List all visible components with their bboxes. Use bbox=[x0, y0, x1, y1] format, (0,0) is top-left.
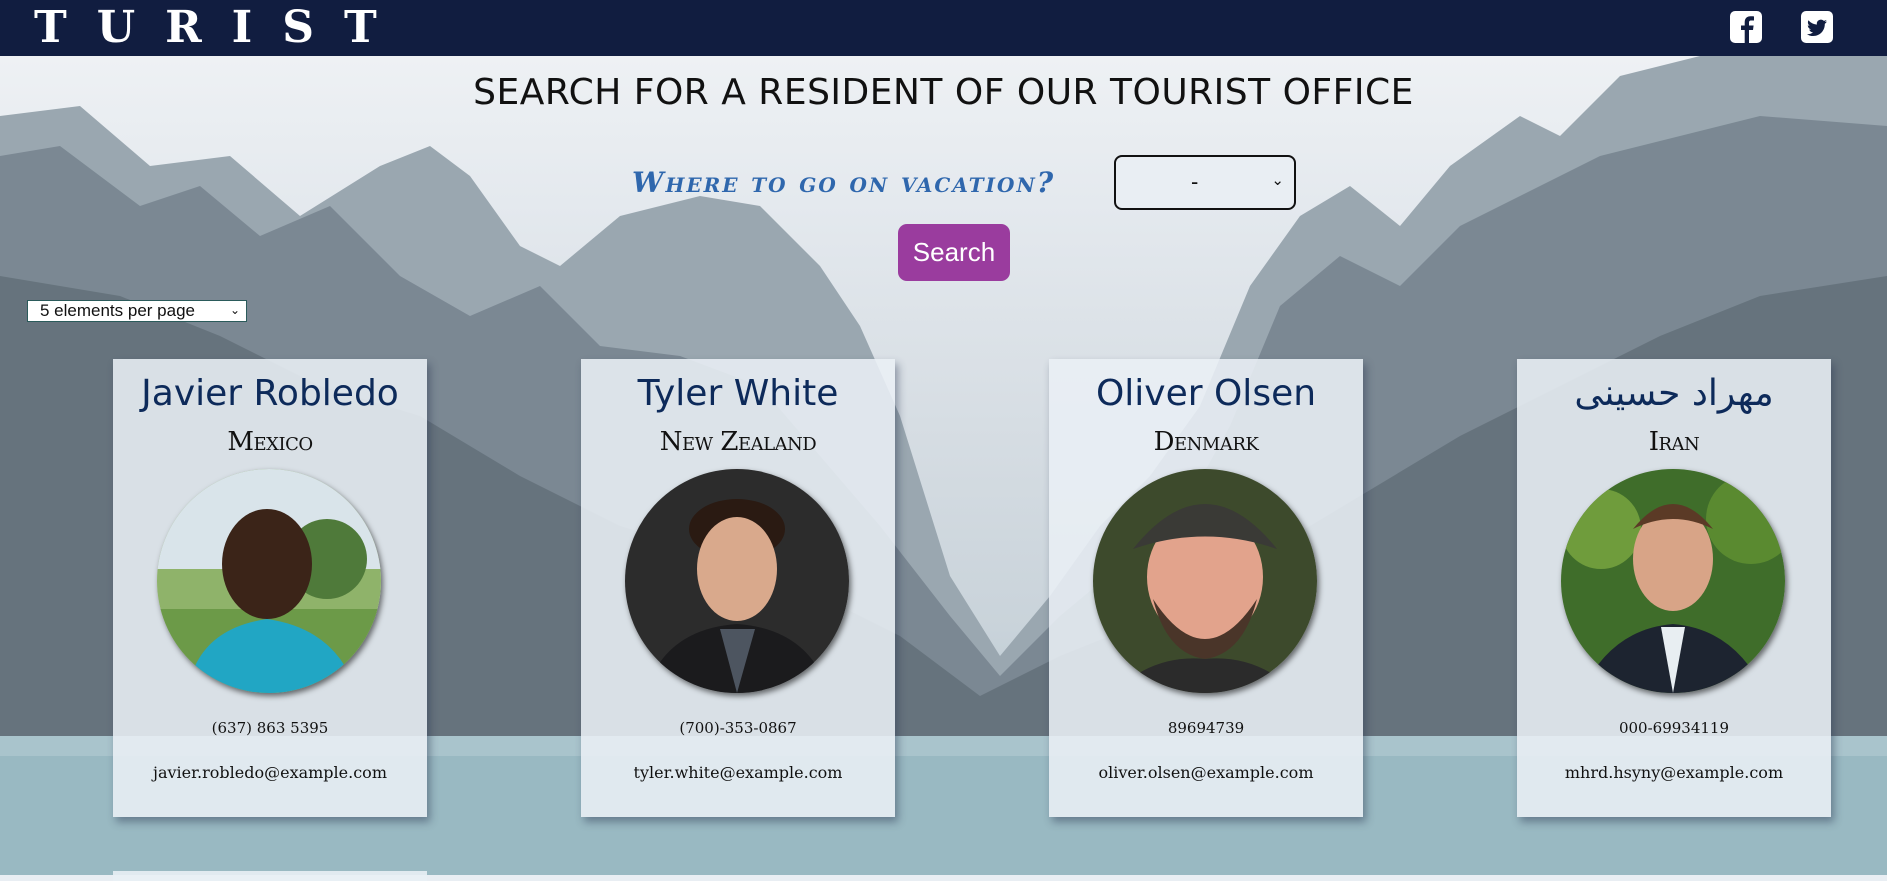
resident-email[interactable]: oliver.olsen@example.com bbox=[1049, 763, 1363, 782]
site-logo[interactable]: TURIST bbox=[34, 2, 407, 54]
per-page-value: 5 elements per page bbox=[40, 301, 195, 320]
resident-phone: 89694739 bbox=[1167, 719, 1245, 737]
destination-question: Where to go on vacation? bbox=[632, 166, 1056, 199]
resident-email[interactable]: tyler.white@example.com bbox=[581, 763, 895, 782]
per-page-select[interactable]: 5 elements per page ⌄ bbox=[27, 300, 247, 322]
resident-photo bbox=[625, 469, 849, 693]
resident-card: Javier Robledo Mexico (637) 863 5395 jav… bbox=[113, 359, 427, 817]
resident-country: Mexico bbox=[227, 427, 313, 457]
top-navbar: TURIST bbox=[0, 0, 1887, 56]
chevron-down-icon: ⌄ bbox=[229, 303, 240, 317]
resident-country: Iran bbox=[1648, 427, 1700, 457]
search-button[interactable]: Search bbox=[898, 224, 1010, 281]
resident-photo bbox=[157, 469, 381, 693]
resident-card: Oliver Olsen Denmark 89694739 oliver.ols… bbox=[1049, 359, 1363, 817]
facebook-icon[interactable] bbox=[1729, 10, 1763, 44]
resident-name: مهراد حسینی bbox=[1574, 373, 1774, 414]
twitter-icon[interactable] bbox=[1800, 10, 1834, 44]
resident-photo bbox=[1093, 469, 1317, 693]
resident-email[interactable]: mhrd.hsyny@example.com bbox=[1517, 763, 1831, 782]
resident-phone: (637) 863 5395 bbox=[211, 719, 329, 737]
page-title: SEARCH FOR A RESIDENT OF OUR TOURIST OFF… bbox=[473, 72, 1414, 113]
resident-phone: (700)-353-0867 bbox=[679, 719, 797, 737]
resident-name: Oliver Olsen bbox=[1095, 373, 1317, 414]
chevron-down-icon: ⌄ bbox=[1271, 172, 1284, 189]
resident-country: New Zealand bbox=[659, 427, 817, 457]
country-select-value: - bbox=[1191, 169, 1199, 194]
resident-name: Javier Robledo bbox=[141, 373, 399, 414]
resident-email[interactable]: javier.robledo@example.com bbox=[113, 763, 427, 782]
resident-name: Tyler White bbox=[637, 373, 839, 414]
resident-card: مهراد حسینی Iran 000-69934119 mhrd.hsyny… bbox=[1517, 359, 1831, 817]
resident-phone: 000-69934119 bbox=[1618, 719, 1730, 737]
resident-card-partial bbox=[113, 871, 427, 881]
resident-card: Tyler White New Zealand (700)-353-0867 t… bbox=[581, 359, 895, 817]
resident-photo bbox=[1561, 469, 1785, 693]
country-select[interactable]: - ⌄ bbox=[1114, 155, 1296, 210]
resident-country: Denmark bbox=[1153, 427, 1259, 457]
